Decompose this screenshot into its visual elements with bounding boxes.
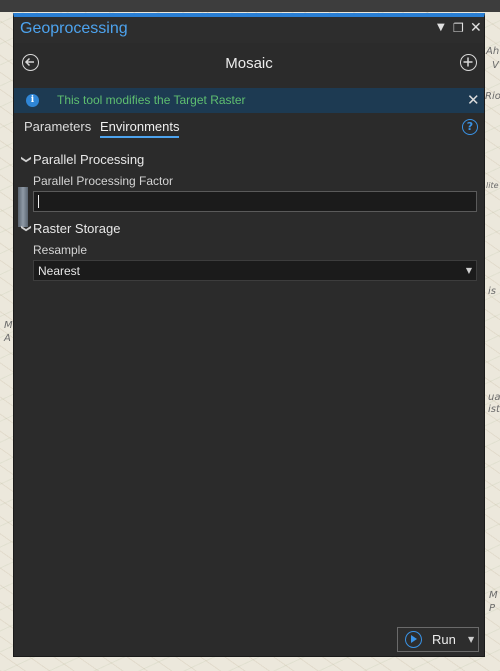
- add-button[interactable]: [460, 54, 477, 71]
- info-icon: i: [26, 94, 39, 107]
- run-icon: [405, 631, 422, 648]
- run-label: Run: [432, 632, 456, 647]
- map-label: M: [4, 320, 13, 331]
- map-label: lite: [486, 181, 499, 190]
- dismiss-message-icon[interactable]: ✕: [467, 91, 480, 109]
- chevron-down-icon: ▼: [465, 266, 472, 275]
- run-options-icon[interactable]: ▼: [468, 635, 474, 644]
- map-label: ist: [488, 404, 500, 415]
- run-button[interactable]: Run ▼: [397, 627, 479, 652]
- pane-title: Geoprocessing: [20, 20, 128, 37]
- map-label: P: [489, 603, 496, 614]
- section-title: Raster Storage: [33, 221, 121, 236]
- resample-label: Resample: [33, 243, 88, 257]
- tab-parameters[interactable]: Parameters: [24, 119, 91, 134]
- tab-bar: Parameters Environments ?: [14, 116, 484, 140]
- help-icon[interactable]: ?: [462, 119, 478, 135]
- text-caret: [38, 195, 39, 208]
- plus-icon: [463, 57, 473, 67]
- map-label: M: [489, 590, 498, 601]
- map-label: V: [492, 60, 499, 71]
- close-icon[interactable]: ✕: [470, 21, 482, 35]
- tool-title: Mosaic: [225, 55, 273, 72]
- tab-environments[interactable]: Environments: [100, 119, 180, 138]
- message-bar: i This tool modifies the Target Raster ✕: [14, 88, 484, 113]
- parallel-processing-factor-input[interactable]: [33, 191, 477, 212]
- chevron-down-icon: ❯: [20, 224, 32, 233]
- section-title: Parallel Processing: [33, 152, 145, 167]
- map-label: Rio: [485, 91, 500, 102]
- map-label: ua: [488, 392, 500, 403]
- pane-options-icon[interactable]: ▼: [437, 21, 445, 35]
- top-toolbar-strip: [0, 0, 500, 12]
- map-label: A: [4, 333, 11, 344]
- pane-titlebar: Geoprocessing ▼ ❐ ✕: [14, 17, 484, 43]
- resample-select[interactable]: Nearest ▼: [33, 260, 477, 281]
- chevron-down-icon: ❯: [20, 155, 32, 164]
- field-highlight-marker: [18, 187, 28, 227]
- parallel-processing-factor-label: Parallel Processing Factor: [33, 174, 174, 188]
- tool-header: Mosaic: [14, 49, 484, 81]
- map-label: is: [488, 286, 496, 297]
- map-label: Ah: [486, 46, 500, 57]
- select-value: Nearest: [38, 264, 81, 278]
- maximize-icon[interactable]: ❐: [453, 21, 464, 35]
- geoprocessing-pane: Geoprocessing ▼ ❐ ✕ Mosaic i This tool m…: [13, 13, 485, 657]
- message-text: This tool modifies the Target Raster: [57, 93, 246, 107]
